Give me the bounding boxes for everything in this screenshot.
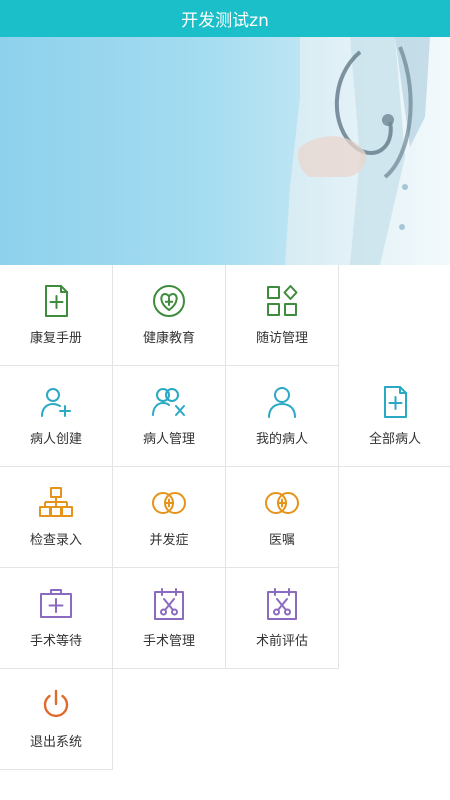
doctor-illustration [285,37,450,265]
preoperative-assessment-icon [264,586,300,622]
rehab-manual-icon [38,283,74,319]
menu-item-label: 随访管理 [255,331,308,346]
menu-item-label: 病人管理 [142,432,195,447]
menu-item-label: 手术管理 [142,634,195,649]
app-title: 开发测试zn [181,11,269,31]
examination-entry-icon [38,485,74,521]
menu-item-medical-order[interactable]: 医嘱 [226,467,339,568]
follow-up-icon [264,283,300,319]
title-bar: 开发测试zn [0,0,450,37]
menu-item-label: 手术等待 [29,634,82,649]
menu-item-label: 医嘱 [268,533,295,548]
my-patient-icon [264,384,300,420]
surgery-management-icon [151,586,187,622]
menu-item-logout[interactable]: 退出系统 [0,669,113,770]
banner-image [0,37,450,265]
menu-item-label: 康复手册 [29,331,82,346]
menu-item-label: 退出系统 [29,735,82,750]
menu-item-examination-entry[interactable]: 检查录入 [0,467,113,568]
menu-item-label: 健康教育 [142,331,195,346]
menu-item-follow-up[interactable]: 随访管理 [226,265,339,366]
menu-item-all-patients[interactable]: 全部病人 [339,366,450,467]
surgery-waiting-icon [38,586,74,622]
complication-icon [151,485,187,521]
menu-item-rehab-manual[interactable]: 康复手册 [0,265,113,366]
menu-item-my-patient[interactable]: 我的病人 [226,366,339,467]
menu-item-label: 检查录入 [29,533,82,548]
menu-item-label: 并发症 [149,533,189,548]
menu-item-label: 术前评估 [255,634,308,649]
patient-management-icon [151,384,187,420]
power-icon [38,687,74,723]
menu-item-label: 病人创建 [29,432,82,447]
medical-order-icon [264,485,300,521]
menu-grid: 康复手册 健康教育 随访管理 病人创建 病人管理 我的病人 全部病人 检查录入 … [0,265,450,800]
menu-item-preoperative-assessment[interactable]: 术前评估 [226,568,339,669]
menu-item-add-patient[interactable]: 病人创建 [0,366,113,467]
menu-item-label: 我的病人 [255,432,308,447]
add-patient-icon [38,384,74,420]
health-education-icon [151,283,187,319]
menu-item-complication[interactable]: 并发症 [113,467,226,568]
menu-item-surgery-management[interactable]: 手术管理 [113,568,226,669]
menu-item-label: 全部病人 [368,432,421,447]
menu-item-patient-management[interactable]: 病人管理 [113,366,226,467]
menu-item-health-education[interactable]: 健康教育 [113,265,226,366]
all-patients-icon [377,384,413,420]
menu-item-surgery-waiting[interactable]: 手术等待 [0,568,113,669]
